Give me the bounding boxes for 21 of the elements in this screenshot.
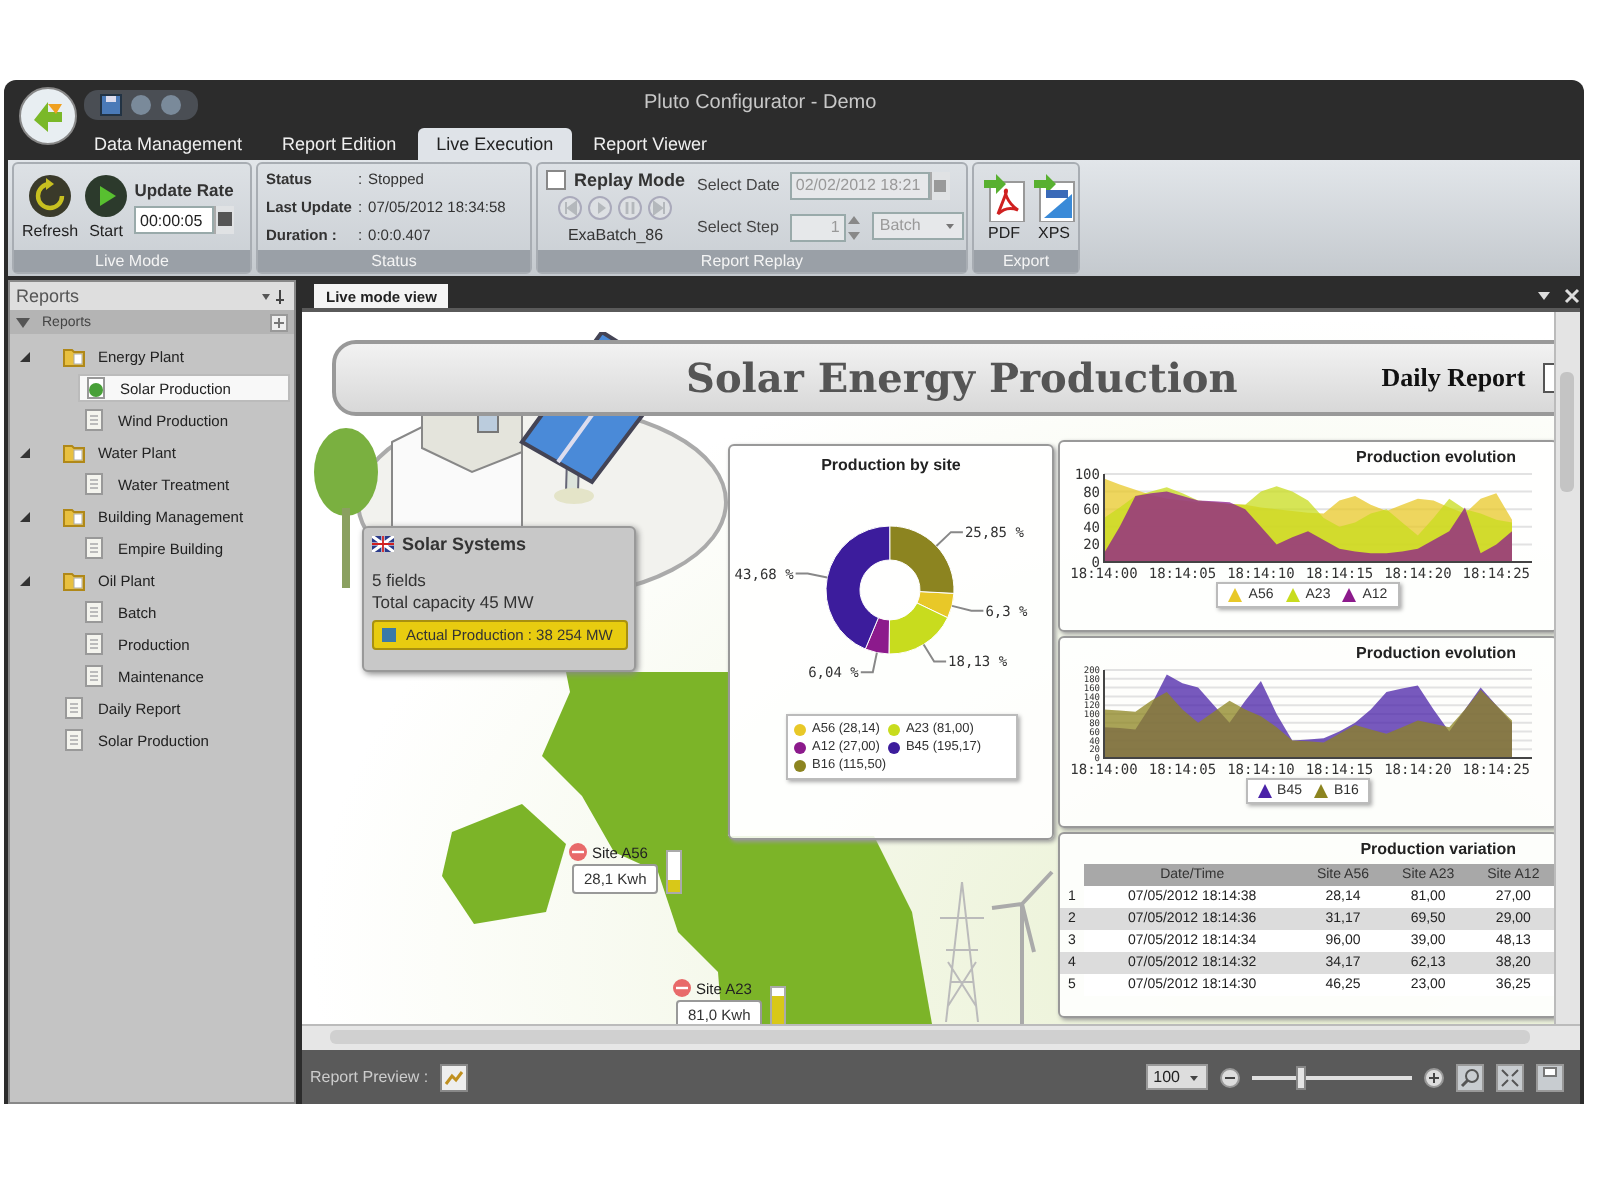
- field-label: Select Step: [697, 218, 780, 236]
- table-title: Production variation: [1358, 840, 1518, 858]
- chart-title: Production evolution: [1354, 448, 1518, 466]
- group-label: Export: [974, 250, 1078, 272]
- checkbox-label: Replay Mode: [574, 170, 686, 190]
- window-title: Pluto Configurator - Demo: [644, 92, 877, 114]
- report-subtitle: Daily Report: [1381, 362, 1526, 394]
- card-title: Solar Systems: [402, 534, 527, 554]
- field-label: Select Date: [697, 176, 780, 194]
- group-label: Live Mode: [14, 250, 250, 272]
- card-text: 5 fields: [372, 570, 428, 592]
- report-title: Solar Energy Production: [686, 354, 1238, 402]
- chart-title: Production by site: [819, 456, 963, 474]
- panel-title: Reports: [16, 286, 80, 306]
- group-label: Status: [258, 250, 530, 272]
- chart-title: Production evolution: [1354, 644, 1518, 662]
- group-label: Report Replay: [538, 250, 966, 272]
- batch-name: ExaBatch_86: [567, 226, 664, 244]
- card-text: Total capacity 45 MW: [372, 592, 536, 614]
- preview-label: Report Preview :: [310, 1068, 429, 1086]
- field-label: Update Rate: [134, 180, 234, 200]
